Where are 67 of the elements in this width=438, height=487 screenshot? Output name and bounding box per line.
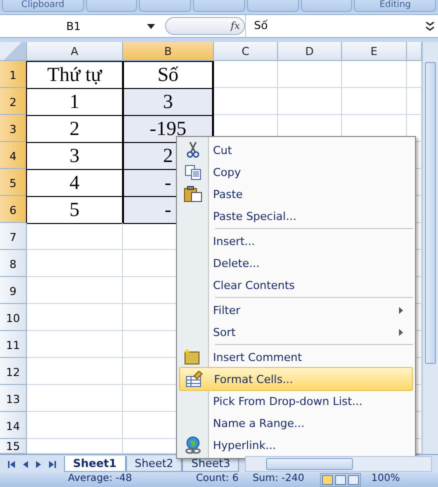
insert-function-button[interactable]: fx [230,20,240,32]
table-cell [214,61,278,88]
status-sum: Sum: -240 [252,473,304,485]
status-count: Count: 6 [196,473,239,485]
menu-item[interactable]: Insert... [179,230,413,252]
menu-item[interactable]: Format Cells... [179,367,413,391]
row-header[interactable]: 1 [0,61,27,88]
copy-icon [185,164,201,180]
scissors-icon [186,142,200,158]
menu-item[interactable]: Insert Comment [179,346,413,368]
row-header[interactable]: 3 [0,115,27,142]
row-header[interactable]: 10 [0,304,27,331]
row-header[interactable]: 5 [0,169,27,196]
row-header[interactable]: 13 [0,385,27,412]
previous-sheet-icon[interactable] [23,460,28,468]
horizontal-scrollbar[interactable] [245,456,432,472]
row-header[interactable]: 2 [0,88,27,115]
row-header[interactable]: 9 [0,277,27,304]
table-cell [278,61,342,88]
table-cell: Số [122,61,214,89]
menu-item[interactable]: Pick From Drop-down List... [179,390,413,412]
ribbon-group [193,0,245,12]
row-header[interactable]: 4 [0,142,27,169]
zoom-level[interactable]: 100% [371,473,400,485]
ribbon-group-label: Editing [354,0,436,12]
row-header[interactable]: 12 [0,358,27,385]
sheet-tab[interactable]: Sheet2 [126,456,182,472]
ribbon-group [246,0,299,12]
table-cell [342,61,407,88]
expand-icon[interactable] [426,22,434,30]
column-header[interactable]: C [214,42,278,61]
status-average: Average: -48 [68,473,132,485]
row-header[interactable]: 15 [0,439,27,454]
column-header[interactable]: D [278,42,342,61]
format-cells-icon [185,371,203,387]
note-icon [184,349,202,365]
column-header[interactable]: B [123,42,214,61]
vertical-scrollbar[interactable] [422,42,438,454]
clipboard-icon [184,186,202,202]
hyperlink-icon [184,436,202,454]
column-header[interactable]: A [27,42,123,61]
table-cell: 3 [122,88,214,116]
menu-item[interactable]: Name a Range... [179,412,413,434]
menu-item[interactable]: Delete... [179,252,413,274]
formula-bar-handle[interactable]: fx [165,17,245,35]
ribbon-group [139,0,192,12]
formula-field[interactable]: Số [245,15,422,37]
menu-item[interactable]: Sort [179,321,413,343]
column-header[interactable]: E [342,42,407,61]
last-sheet-icon[interactable] [49,460,56,468]
sheet-tab[interactable]: Sheet1 [64,456,126,472]
menu-item[interactable]: Clear Contents [179,274,413,296]
row-header[interactable]: 8 [0,250,27,277]
name-box[interactable]: B1 [0,20,161,32]
dropdown-icon[interactable] [147,24,155,28]
row-header[interactable]: 11 [0,331,27,358]
view-buttons[interactable] [320,473,362,487]
menu-item[interactable]: Hyperlink... [179,434,413,456]
menu-item[interactable]: Filter [179,299,413,321]
row-header[interactable]: 6 [0,196,27,223]
next-sheet-icon[interactable] [36,460,41,468]
row-header[interactable]: 7 [0,223,27,250]
ribbon-group [300,0,352,12]
ribbon-group-label: Clipboard [2,0,84,12]
first-sheet-icon[interactable] [8,460,15,468]
ribbon-group [86,0,138,12]
row-header[interactable]: 14 [0,412,27,439]
